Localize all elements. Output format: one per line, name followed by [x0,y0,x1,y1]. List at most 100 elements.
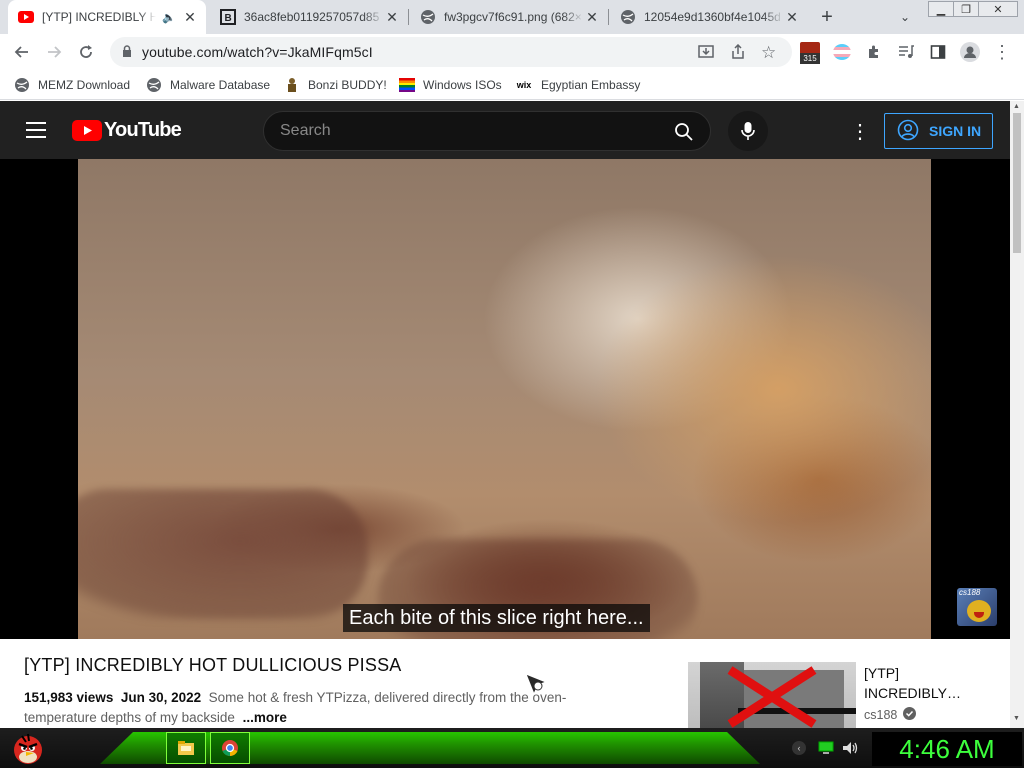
forward-arrow-icon[interactable] [42,40,66,64]
youtube-icon [18,9,34,25]
restore-icon[interactable]: ❐ [953,1,979,17]
watermark-face-icon [967,600,991,622]
video-subtitle: Each bite of this slice right here... [343,604,650,632]
video-frame-finger [78,489,368,619]
back-arrow-icon[interactable] [10,40,34,64]
install-app-icon[interactable] [698,44,714,65]
bookmarks-bar: MEMZ Download Malware Database Bonzi BUD… [0,70,1024,100]
tab-title: [YTP] INCREDIBLY HOT DULLICIOUS PISSA [42,10,156,24]
lock-icon[interactable] [122,45,132,63]
video-info-section: [YTP] INCREDIBLY HOT DULLICIOUS PISSA 15… [0,639,1010,728]
media-queue-icon[interactable] [894,40,918,64]
tab-4[interactable]: 12054e9d1360bf4e1045d ✕ [610,0,808,34]
bookmark-windows-isos[interactable]: Windows ISOs [399,76,502,94]
start-button-angry-bird-icon[interactable] [8,730,48,766]
sign-in-button[interactable]: SIGN IN [884,113,993,149]
page-scrollbar[interactable]: ▲ ▼ [1010,101,1024,728]
url-text: youtube.com/watch?v=JkaMIFqm5cI [142,44,373,60]
taskbar: ‹ 4:46 AM [0,728,1024,768]
calendar-extension-icon[interactable]: 315 [800,42,820,68]
tray-chevron-icon[interactable]: ‹ [792,741,806,755]
recommended-title-line2: INCREDIBLY… [864,685,961,701]
verified-check-icon [903,707,917,723]
tray-network-icon[interactable] [818,741,834,760]
tab-strip: [YTP] INCREDIBLY HOT DULLICIOUS PISSA 🔈 … [0,0,1024,34]
bookmark-egyptian-embassy[interactable]: wix Egyptian Embassy [515,76,641,94]
new-tab-icon[interactable]: + [816,6,838,28]
taskbar-clock[interactable]: 4:46 AM [872,732,1022,766]
tab-title: 36ac8feb0119257057d85 [244,10,380,24]
speaker-icon[interactable]: 🔈 [162,11,176,24]
chrome-menu-icon[interactable]: ⋮ [990,40,1014,64]
voice-search-mic-icon[interactable] [728,111,768,151]
bonzi-icon [284,77,300,93]
video-description-box[interactable]: 151,983 views Jun 30, 2022 Some hot & fr… [24,688,584,728]
tab-search-chevron-icon[interactable]: ⌄ [894,6,916,28]
bookmark-label: Malware Database [170,78,271,92]
upload-date: Jun 30, 2022 [120,690,202,705]
tab-youtube[interactable]: [YTP] INCREDIBLY HOT DULLICIOUS PISSA 🔈 … [8,0,206,34]
bookmark-label: Windows ISOs [423,78,502,92]
youtube-masthead: YouTube Search ⋮ SIGN IN [0,101,1010,159]
sign-in-label: SIGN IN [929,123,982,139]
rainbow-flag-icon [399,77,415,93]
globe-icon [14,77,30,93]
tab-title: fw3pgcv7f6c91.png (682× [444,10,582,24]
tab-2[interactable]: B 36ac8feb0119257057d85 ✕ [210,0,408,34]
tab-separator [608,9,609,25]
channel-watermark[interactable]: cs188 [957,588,997,626]
globe-icon [146,77,162,93]
tab-separator [408,9,409,25]
taskbar-chrome-icon[interactable] [210,732,250,764]
account-circle-icon [897,119,919,144]
recommended-title-line1: [YTP] [864,665,900,681]
youtube-play-logo-icon [72,120,102,141]
taskbar-explorer-icon[interactable] [166,732,206,764]
extensions-puzzle-icon[interactable] [862,40,886,64]
close-tab-icon[interactable]: ✕ [784,9,800,25]
bookmark-label: Egyptian Embassy [541,78,641,92]
channel-name: cs188 [864,708,898,722]
search-input[interactable]: Search [263,111,711,151]
close-tab-icon[interactable]: ✕ [384,9,400,25]
scroll-down-arrow-icon[interactable]: ▼ [1013,715,1020,722]
bookmark-malware-database[interactable]: Malware Database [146,76,270,94]
scroll-up-arrow-icon[interactable]: ▲ [1013,103,1020,110]
browser-toolbar: youtube.com/watch?v=JkaMIFqm5cI ☆ 315 ⋮ [0,34,1024,70]
wix-icon: wix [516,80,532,90]
bookmark-star-icon[interactable]: ☆ [761,43,776,63]
view-count: 151,983 views [24,690,114,705]
bookmark-bonzi-buddy[interactable]: Bonzi BUDDY! [284,76,387,94]
minimize-icon[interactable]: ▁ [928,1,954,17]
tray-volume-icon[interactable] [842,740,858,761]
close-tab-icon[interactable]: ✕ [182,9,198,25]
bookmark-label: Bonzi BUDDY! [308,78,387,92]
search-icon[interactable] [674,122,694,147]
bookmark-memz[interactable]: MEMZ Download [14,76,130,94]
recommended-title[interactable]: [YTP] INCREDIBLY… [864,663,1004,703]
hamburger-menu-icon[interactable] [26,122,46,138]
tab-3[interactable]: fw3pgcv7f6c91.png (682× ✕ [410,0,608,34]
mouse-cursor-icon [524,672,550,701]
youtube-logo[interactable]: YouTube [72,119,182,142]
bookmark-label: MEMZ Download [38,78,131,92]
close-window-icon[interactable]: ✕ [978,1,1018,17]
scrollbar-thumb[interactable] [1013,113,1021,253]
address-bar[interactable]: youtube.com/watch?v=JkaMIFqm5cI ☆ [110,37,792,67]
close-tab-icon[interactable]: ✕ [584,9,600,25]
show-more-link[interactable]: ...more [243,710,287,725]
side-panel-icon[interactable] [926,40,950,64]
share-icon[interactable] [730,43,746,65]
watermark-text: cs188 [959,588,981,597]
recommended-channel[interactable]: cs188 [864,707,917,723]
reload-icon[interactable] [74,40,98,64]
b-square-icon: B [220,9,236,25]
globe-icon [620,9,636,25]
extension-badge: 315 [800,53,820,64]
video-player[interactable] [78,159,931,639]
settings-dots-icon[interactable]: ⋮ [850,119,870,144]
trans-flag-extension-icon[interactable] [833,44,851,60]
youtube-page: YouTube Search ⋮ SIGN IN Each bite of th… [0,101,1010,728]
recommended-thumbnail[interactable] [688,662,856,728]
profile-avatar-icon[interactable] [958,40,982,64]
